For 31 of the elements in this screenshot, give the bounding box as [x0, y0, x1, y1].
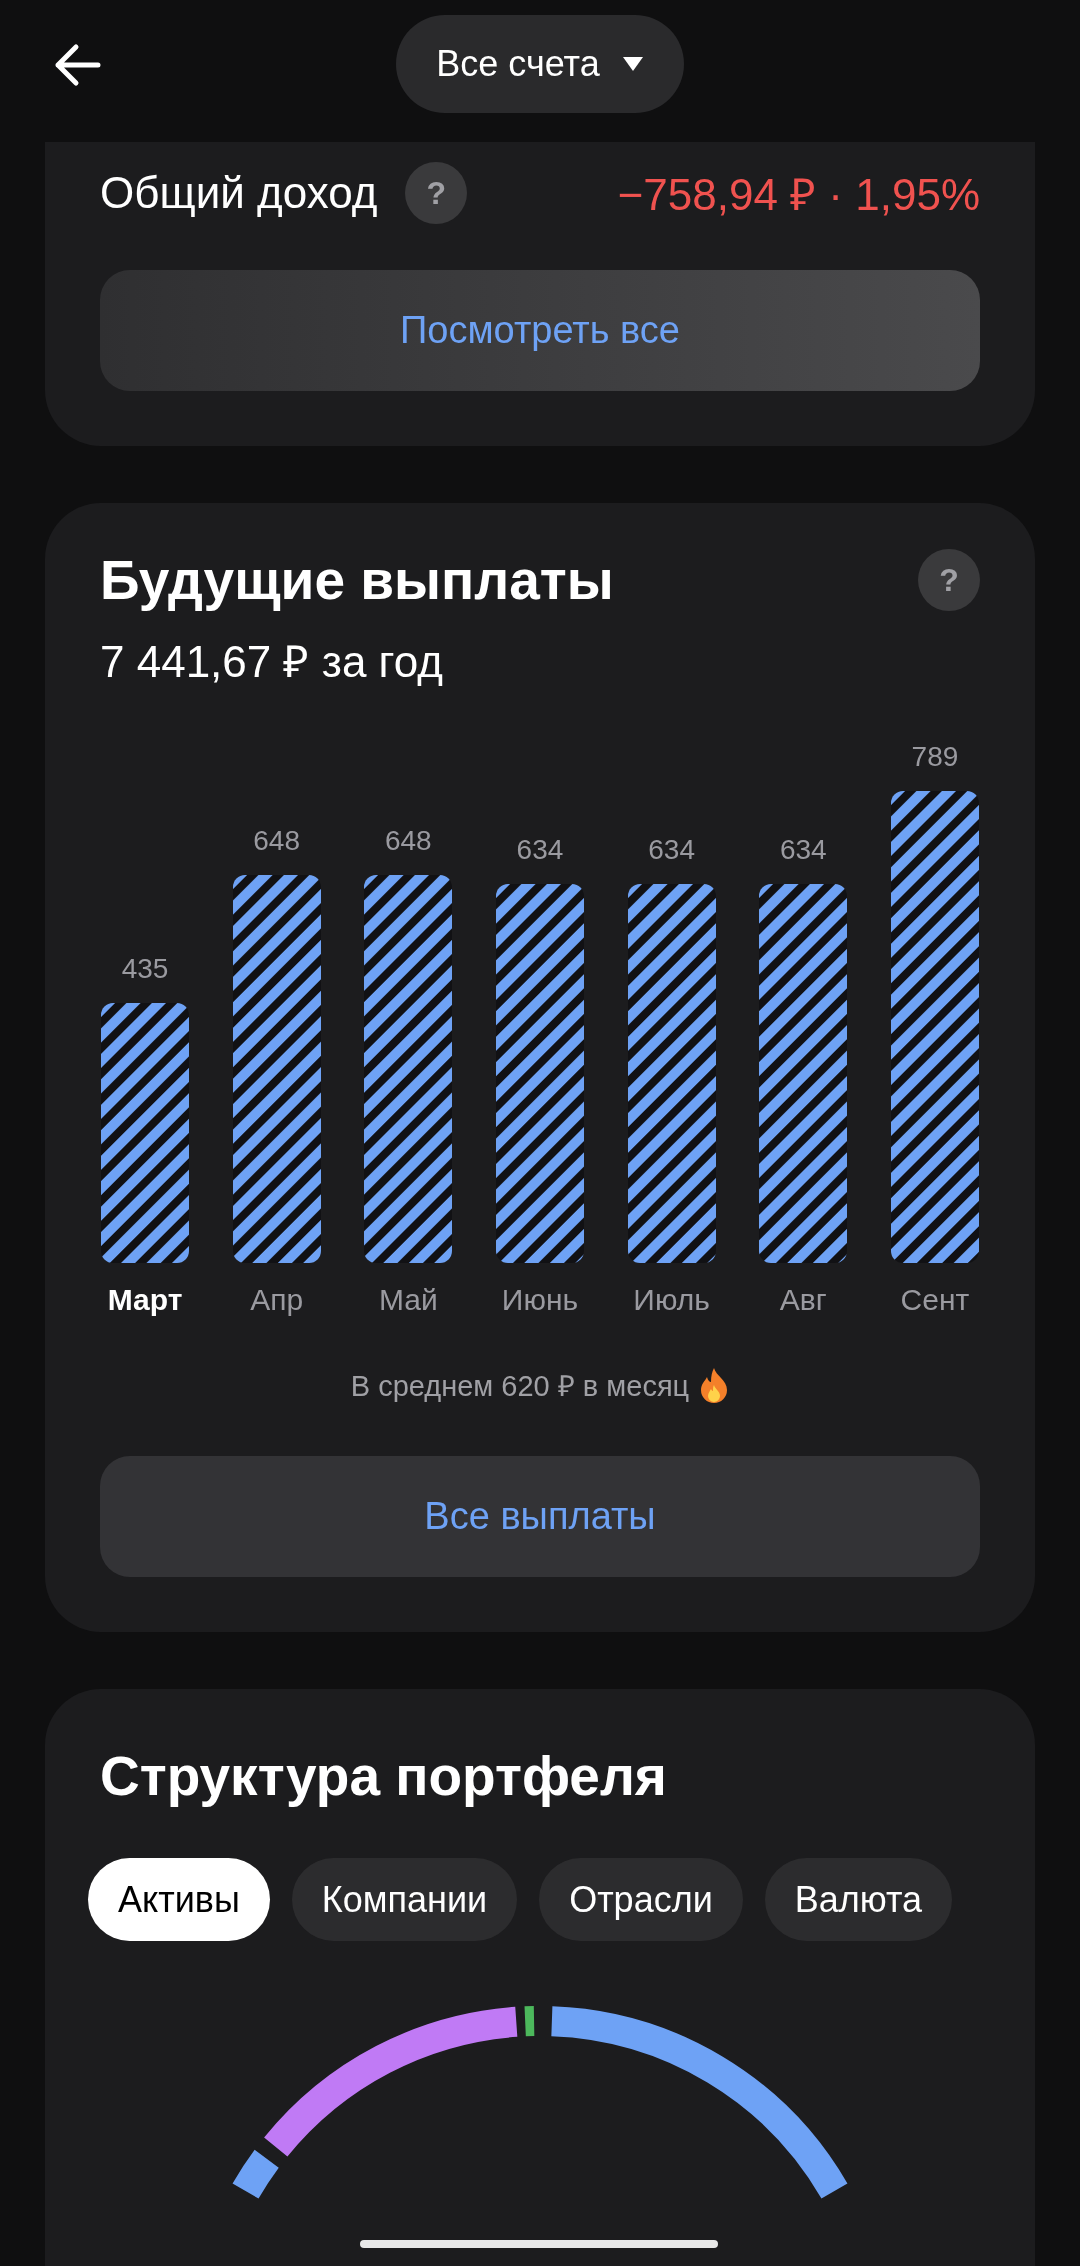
month-label: Март	[107, 1283, 183, 1317]
filter-tab[interactable]: Компании	[291, 1858, 518, 1941]
help-icon[interactable]: ?	[918, 549, 980, 611]
bar-value: 634	[516, 834, 564, 866]
average-text: В среднем 620 ₽ в месяц	[350, 1369, 690, 1404]
month-label: Сент	[900, 1283, 970, 1317]
account-selector[interactable]: Все счета	[396, 15, 684, 113]
section-title: Структура портфеля	[100, 1744, 668, 1808]
bar-value: 648	[253, 825, 300, 857]
bar-value: 789	[911, 741, 959, 773]
help-icon[interactable]: ?	[405, 162, 468, 224]
filter-tab[interactable]: Активы	[88, 1858, 270, 1941]
filter-tab[interactable]: Отрасли	[539, 1858, 743, 1941]
section-title: Будущие выплаты	[100, 548, 614, 612]
flame-icon	[699, 1366, 730, 1403]
bar-value: 648	[384, 825, 432, 857]
income-label: Общий доход	[100, 168, 378, 218]
view-all-button[interactable]: Посмотреть все	[100, 270, 980, 391]
bar-value: 634	[779, 834, 827, 866]
month-label: Июнь	[501, 1283, 579, 1317]
income-value: −758,94 ₽ · 1,95%	[617, 169, 980, 221]
month-label: Апр	[250, 1283, 304, 1317]
filter-tab[interactable]: Валюта	[764, 1858, 953, 1941]
month-label: Июль	[633, 1283, 710, 1317]
bar-value: 435	[121, 953, 169, 985]
month-label: Май	[378, 1283, 438, 1317]
all-payouts-button[interactable]: Все выплаты	[100, 1456, 980, 1577]
bar-value: 634	[648, 834, 695, 866]
yearly-total: 7 441,67 ₽ за год	[100, 636, 444, 688]
caret-icon	[621, 56, 644, 72]
month-label: Авг	[779, 1283, 827, 1317]
